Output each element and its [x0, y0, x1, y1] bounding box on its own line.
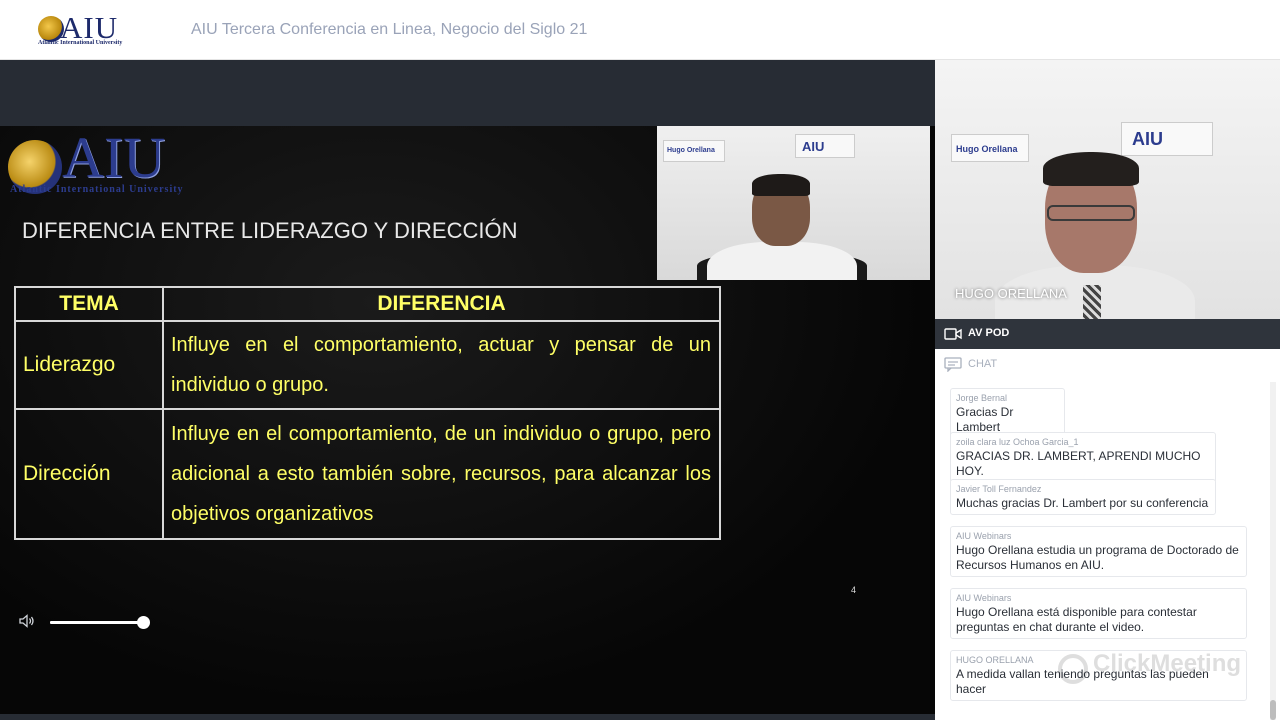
right-panel: Hugo Orellana AIU HUGO ORELLANA AV POD C…: [935, 60, 1280, 720]
slide-title: DIFERENCIA ENTRE LIDERAZGO Y DIRECCIÓN: [22, 218, 518, 243]
message-text: Muchas gracias Dr. Lambert por su confer…: [956, 496, 1209, 510]
wall-sign: AIU: [795, 134, 855, 158]
chat-messages[interactable]: Jorge Bernal Gracias Dr Lambert zoila cl…: [950, 388, 1250, 720]
video-camera-icon: [944, 328, 962, 340]
chat-header[interactable]: CHAT: [935, 349, 1280, 379]
table-row: Liderazgo Influye en el comportamiento, …: [14, 320, 721, 410]
presenter-tie: [1083, 285, 1101, 319]
message-author: HUGO ORELLANA: [956, 655, 1034, 665]
chat-icon: [944, 357, 962, 372]
wall-sign: Hugo Orellana: [951, 134, 1029, 162]
table-cell-description: Influye en el comportamiento, actuar y p…: [162, 320, 721, 410]
message-author: AIU Webinars: [956, 593, 1012, 603]
table-header-cell: DIFERENCIA: [162, 286, 721, 322]
message-text: Gracias Dr Lambert: [956, 405, 1014, 434]
aiu-logo[interactable]: AIU Atlantic International University: [36, 12, 136, 50]
av-pod-bar[interactable]: AV POD: [935, 319, 1280, 349]
wall-sign: AIU: [1121, 122, 1213, 156]
chat-message[interactable]: AIU Webinars Hugo Orellana está disponib…: [950, 588, 1247, 639]
table-cell-description: Influye en el comportamiento, de un indi…: [162, 408, 721, 540]
volume-slider-fill: [50, 621, 143, 624]
table-header-cell: TEMA: [14, 286, 164, 322]
chat-scrollbar-thumb[interactable]: [1270, 700, 1276, 720]
message-text: GRACIAS DR. LAMBERT, APRENDI MUCHO HOY.: [956, 449, 1201, 478]
message-author: Jorge Bernal: [956, 393, 1008, 403]
av-pod-label: AV POD: [968, 327, 1010, 339]
slide-page-number: 4: [851, 585, 857, 595]
slide-logo: AIU Atlantic International University: [6, 126, 196, 196]
presenter-webcam: Hugo Orellana AIU HUGO ORELLANA: [935, 60, 1280, 319]
presentation-stage: AIU Atlantic International University DI…: [0, 60, 935, 720]
speaker-icon-svg: [19, 614, 34, 628]
presenter-hair: [1043, 152, 1139, 186]
message-text: Hugo Orellana estudia un programa de Doc…: [956, 543, 1239, 572]
message-author: Javier Toll Fernandez: [956, 484, 1042, 494]
chat-message[interactable]: Javier Toll Fernandez Muchas gracias Dr.…: [950, 479, 1216, 515]
table-cell-topic: Dirección: [14, 408, 164, 540]
wall-sign-text: Hugo Orellana: [956, 144, 1018, 154]
message-text: A medida vallan teniendo preguntas las p…: [956, 667, 1209, 696]
chat-label: CHAT: [968, 358, 998, 370]
slide-logo-subtitle: Atlantic International University: [10, 184, 184, 195]
slide-logo-text: AIU: [62, 126, 166, 190]
conference-title: AIU Tercera Conferencia en Linea, Negoci…: [191, 21, 588, 38]
table-cell-topic: Liderazgo: [14, 320, 164, 410]
message-text: Hugo Orellana está disponible para conte…: [956, 605, 1197, 634]
header-bar: AIU Atlantic International University AI…: [0, 0, 1280, 60]
message-author: zoila clara luz Ochoa Garcia_1: [956, 437, 1079, 447]
presenter-hair: [752, 174, 810, 196]
pip-webcam: Hugo Orellana AIU: [657, 126, 930, 280]
presenter-name-label: HUGO ORELLANA: [955, 286, 1067, 301]
chat-scrollbar[interactable]: [1270, 382, 1276, 720]
speaker-icon[interactable]: [19, 614, 37, 630]
chat-message[interactable]: HUGO ORELLANA A medida vallan teniendo p…: [950, 650, 1247, 701]
difference-table: TEMA DIFERENCIA Liderazgo Influye en el …: [14, 286, 721, 540]
wall-sign-text: AIU: [802, 139, 825, 154]
table-header-row: TEMA DIFERENCIA: [14, 286, 721, 322]
chat-message[interactable]: zoila clara luz Ochoa Garcia_1 GRACIAS D…: [950, 432, 1216, 483]
wall-sign-text: AIU: [1132, 129, 1163, 149]
chat-message[interactable]: AIU Webinars Hugo Orellana estudia un pr…: [950, 526, 1247, 577]
presenter-glasses: [1047, 205, 1135, 221]
table-row: Dirección Influye en el comportamiento, …: [14, 408, 721, 540]
wall-sign-text: Hugo Orellana: [667, 147, 715, 154]
wall-sign: Hugo Orellana: [663, 140, 725, 162]
presenter-body: [707, 242, 857, 280]
logo-subtitle: Atlantic International University: [38, 40, 123, 46]
volume-slider-track[interactable]: [50, 621, 143, 624]
message-author: AIU Webinars: [956, 531, 1012, 541]
volume-slider-handle[interactable]: [136, 616, 150, 629]
